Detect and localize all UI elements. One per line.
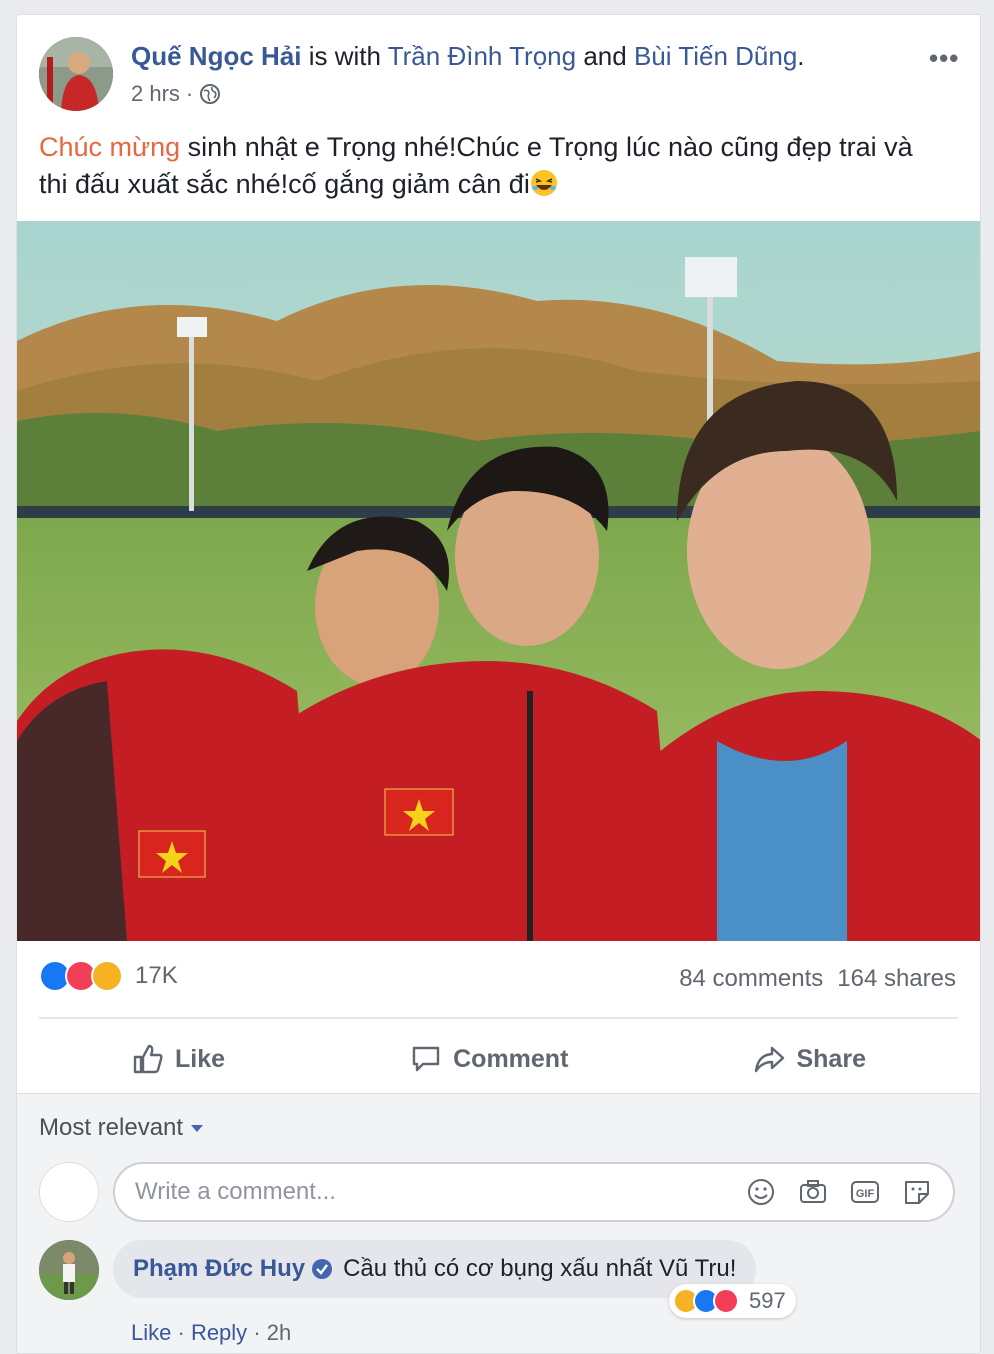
sticker-icon[interactable] (901, 1176, 933, 1208)
comment-reaction-count: 597 (749, 1288, 786, 1313)
gif-icon[interactable]: GIF (849, 1176, 881, 1208)
love-reaction-icon (713, 1288, 739, 1314)
camera-icon[interactable] (797, 1176, 829, 1208)
svg-text:GIF: GIF (856, 1188, 875, 1200)
sort-label: Most relevant (39, 1114, 184, 1141)
thumbs-up-icon (133, 1044, 163, 1074)
commenter-avatar[interactable] (39, 1240, 99, 1300)
comment-bubble-icon (412, 1046, 440, 1072)
comment-label: Comment (453, 1044, 569, 1073)
post-text-highlight[interactable]: Chúc mừng (39, 132, 180, 162)
comments-section: Most relevant GIF Phạm Đức Huy Cầu thủ c… (17, 1093, 980, 1353)
current-user-avatar (39, 1162, 99, 1222)
author-avatar[interactable] (39, 37, 113, 111)
meta-separator: · (185, 81, 194, 106)
tagged-person-1[interactable]: Trần Đình Trọng (388, 41, 576, 71)
period: . (797, 41, 805, 71)
smiley-icon[interactable] (745, 1176, 777, 1208)
dot-separator: · (177, 1320, 185, 1345)
and-text: and (583, 41, 627, 71)
post-time[interactable]: 2 hrs (131, 81, 180, 107)
comment-input[interactable] (135, 1178, 745, 1206)
haha-reaction-icon (91, 960, 123, 992)
comment-input-icons: GIF (745, 1176, 933, 1208)
comment-actions: Like · Reply · 2h (131, 1320, 291, 1346)
divider (39, 1017, 958, 1019)
share-button[interactable]: Share (752, 1042, 866, 1076)
engagement-counts: 84 comments 164 shares (679, 965, 956, 993)
post-card: Quế Ngọc Hải is with Trần Đình Trọng and… (16, 14, 981, 1354)
with-text: is with (308, 41, 381, 71)
like-label: Like (175, 1044, 226, 1073)
comment-reactions[interactable]: 597 (669, 1284, 796, 1318)
reaction-count: 17K (135, 962, 178, 989)
globe-icon[interactable] (199, 83, 221, 105)
comments-count-link[interactable]: 84 comments (679, 965, 823, 993)
post-header: Quế Ngọc Hải is with Trần Đình Trọng and… (131, 41, 805, 72)
post-photo[interactable] (17, 221, 980, 941)
laughing-emoji-icon (530, 169, 558, 197)
comment-like-link[interactable]: Like (131, 1320, 171, 1345)
reactions-summary[interactable]: 17K (39, 960, 178, 992)
author-name-link[interactable]: Quế Ngọc Hải (131, 41, 301, 71)
share-arrow-icon (755, 1046, 785, 1073)
post-text: Chúc mừng sinh nhật e Trọng nhé!Chúc e T… (39, 129, 939, 203)
comment-reply-link[interactable]: Reply (191, 1320, 247, 1345)
dot-separator: · (253, 1320, 261, 1345)
like-button[interactable]: Like (131, 1042, 225, 1076)
verified-badge-icon (311, 1258, 333, 1280)
comment-button[interactable]: Comment (409, 1042, 568, 1076)
comment-reaction-icons (673, 1288, 739, 1314)
shares-count-link[interactable]: 164 shares (837, 965, 956, 993)
reaction-icons (39, 960, 123, 992)
more-options-button[interactable]: ••• (929, 43, 959, 74)
post-meta: 2 hrs · (131, 81, 221, 107)
commenter-name-link[interactable]: Phạm Đức Huy (133, 1255, 305, 1283)
comment-input-box: GIF (113, 1162, 955, 1222)
post-actions: Like Comment Share (39, 1029, 958, 1089)
share-label: Share (796, 1044, 866, 1073)
tagged-person-2[interactable]: Bùi Tiến Dũng (634, 41, 797, 71)
comment-text: Cầu thủ có cơ bụng xấu nhất Vũ Tru! (343, 1255, 737, 1282)
comment-time[interactable]: 2h (267, 1320, 291, 1345)
sort-dropdown[interactable]: Most relevant (39, 1114, 204, 1142)
caret-down-icon (191, 1124, 204, 1132)
comment-bubble: Phạm Đức Huy Cầu thủ có cơ bụng xấu nhất… (113, 1240, 757, 1298)
